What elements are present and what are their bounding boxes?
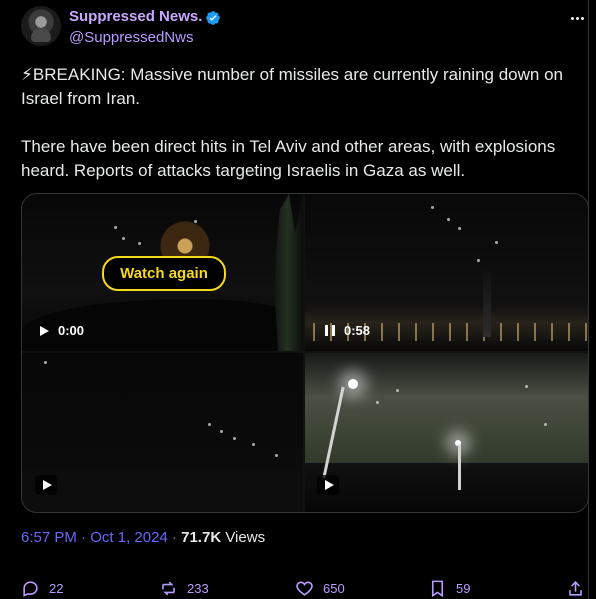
missile-light (208, 423, 211, 426)
views-label: Views (225, 529, 266, 546)
reply-button[interactable]: 22 (21, 578, 63, 598)
tweet-time[interactable]: 6:57 PM (21, 529, 77, 546)
missile-light (458, 227, 461, 230)
reply-icon (23, 580, 38, 597)
bookmark-count: 59 (456, 580, 471, 596)
repost-button[interactable]: 233 (159, 578, 209, 598)
missile-light (122, 237, 125, 240)
missile-light (495, 241, 498, 244)
media-grid: Watch again 0:00 0:58 (21, 193, 589, 513)
missile-light (447, 218, 450, 221)
missile-light (544, 423, 547, 426)
missile-light (275, 454, 278, 457)
share-icon (569, 580, 582, 596)
tweet-card: Suppressed News. @SuppressedNws ⚡BREAKIN… (0, 0, 589, 599)
play-icon (324, 480, 334, 490)
bookmark-button[interactable]: 59 (428, 578, 470, 598)
metadata-separator: · (171, 529, 177, 546)
tweet-date[interactable]: Oct 1, 2024 (90, 529, 168, 546)
missile-light (525, 385, 528, 388)
road-scene (305, 463, 588, 512)
tweet-paragraph: ⚡BREAKING: Massive number of missiles ar… (21, 65, 563, 108)
tweet-metadata: 6:57 PM · Oct 1, 2024 · 71.7K Views (21, 529, 265, 546)
video-time: 0:58 (344, 323, 371, 338)
tree-silhouette (274, 194, 303, 351)
heart-icon (296, 581, 313, 596)
missile-light (376, 401, 379, 404)
watch-again-button[interactable]: Watch again (102, 256, 226, 291)
video-tile-4[interactable] (305, 353, 588, 512)
more-options-button[interactable] (566, 9, 588, 27)
like-count: 650 (323, 580, 345, 596)
tweet-actions: 22 233 650 59 (21, 578, 588, 598)
play-icon (42, 480, 52, 490)
pause-icon (325, 325, 335, 336)
share-button[interactable] (566, 578, 585, 598)
video-tile-1[interactable]: Watch again 0:00 (22, 194, 303, 351)
bookmark-icon (431, 580, 444, 597)
play-button[interactable] (317, 475, 339, 495)
reply-count: 22 (49, 580, 64, 596)
more-dot-icon (580, 16, 584, 20)
video-pause-control[interactable]: 0:58 (325, 323, 370, 338)
verified-badge-icon (206, 11, 220, 25)
lamp-pole (458, 445, 461, 490)
author-display-name[interactable]: Suppressed News. (69, 8, 202, 25)
more-dot-icon (575, 16, 579, 20)
play-button[interactable] (35, 475, 57, 495)
author-handle[interactable]: @SuppressedNws (69, 29, 193, 46)
views-count: 71.7K (181, 529, 222, 546)
missile-light (114, 226, 117, 229)
smoke-trail (483, 269, 491, 337)
street-lamp (348, 379, 358, 389)
repost-icon (162, 581, 175, 595)
metadata-separator: · (81, 529, 87, 546)
play-icon (40, 325, 49, 336)
missile-light (220, 430, 223, 433)
missile-light (431, 206, 434, 209)
video-tile-2[interactable]: 0:58 (305, 194, 588, 351)
repost-count: 233 (187, 580, 209, 596)
video-time: 0:00 (58, 323, 85, 338)
tweet-paragraph: There have been direct hits in Tel Aviv … (21, 137, 556, 180)
tweet-text: ⚡BREAKING: Massive number of missiles ar… (21, 63, 577, 183)
avatar[interactable] (21, 6, 61, 46)
missile-light (194, 220, 197, 223)
missile-light (44, 361, 47, 364)
video-play-control[interactable]: 0:00 (40, 323, 84, 338)
missile-light (233, 437, 236, 440)
like-button[interactable]: 650 (295, 578, 345, 598)
more-dot-icon (570, 16, 574, 20)
missile-light (252, 443, 255, 446)
missile-light (396, 389, 399, 392)
video-tile-3[interactable] (22, 353, 303, 512)
missile-light (138, 242, 141, 245)
missile-light (477, 259, 480, 262)
